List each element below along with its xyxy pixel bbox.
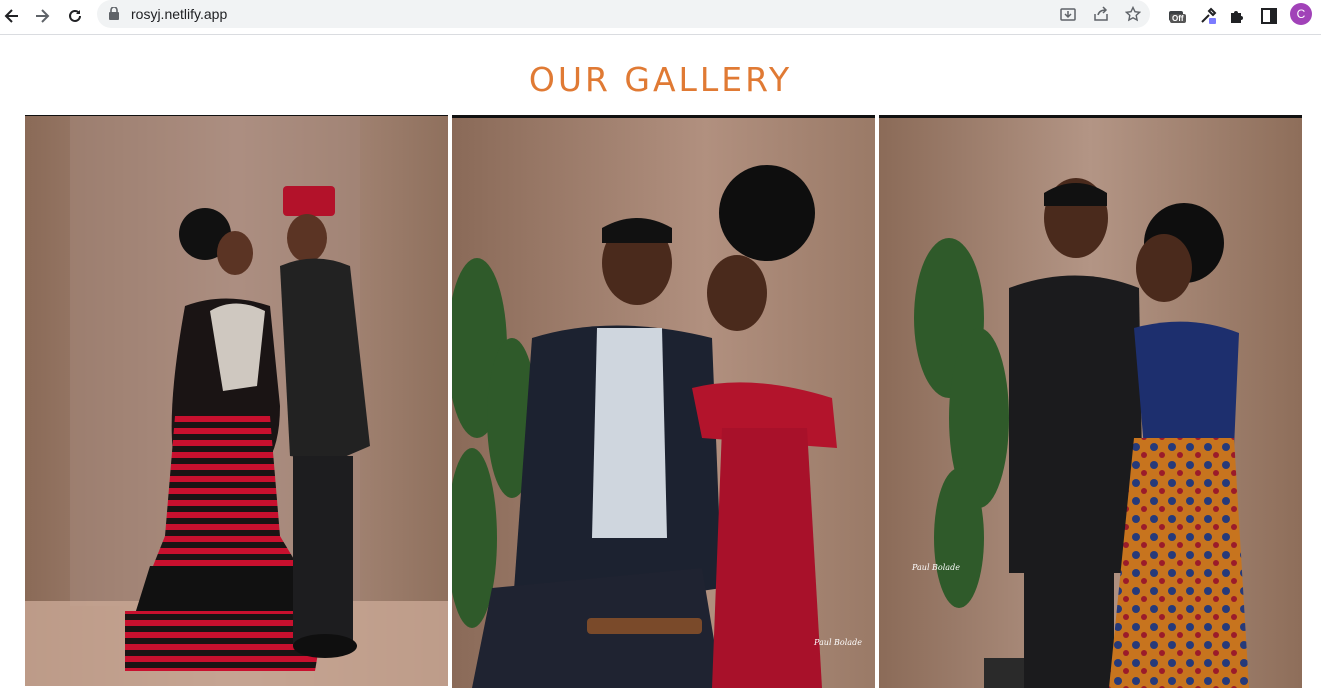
- gallery-photo-2[interactable]: Paul Bolade: [452, 115, 875, 688]
- gallery-photo-3[interactable]: Paul Bolade: [879, 115, 1302, 688]
- extension-badge: Off: [1170, 14, 1186, 23]
- share-icon[interactable]: [1090, 3, 1112, 25]
- reload-icon[interactable]: [63, 4, 87, 28]
- photo-credit-3: Paul Bolade: [912, 563, 960, 572]
- bookmark-star-icon[interactable]: [1122, 3, 1144, 25]
- address-bar[interactable]: rosyj.netlify.app: [97, 0, 1150, 28]
- lock-icon[interactable]: [109, 6, 119, 25]
- forward-icon[interactable]: [30, 4, 54, 28]
- url-text[interactable]: rosyj.netlify.app: [131, 6, 227, 22]
- profile-avatar[interactable]: C: [1290, 3, 1312, 25]
- page-title: OUR GALLERY: [528, 60, 793, 99]
- install-icon[interactable]: [1057, 3, 1079, 25]
- back-icon[interactable]: [0, 4, 24, 28]
- eyedropper-icon[interactable]: [1196, 4, 1220, 28]
- sidepanel-icon[interactable]: [1257, 4, 1281, 28]
- gallery-page: OUR GALLERY Paul Bolade Paul Bolade: [0, 35, 1321, 688]
- browser-toolbar: rosyj.netlify.app Off C: [0, 0, 1321, 35]
- gallery-photo-1[interactable]: [25, 115, 448, 686]
- photo-credit-2: Paul Bolade: [814, 638, 862, 647]
- puzzle-icon[interactable]: [1225, 4, 1249, 28]
